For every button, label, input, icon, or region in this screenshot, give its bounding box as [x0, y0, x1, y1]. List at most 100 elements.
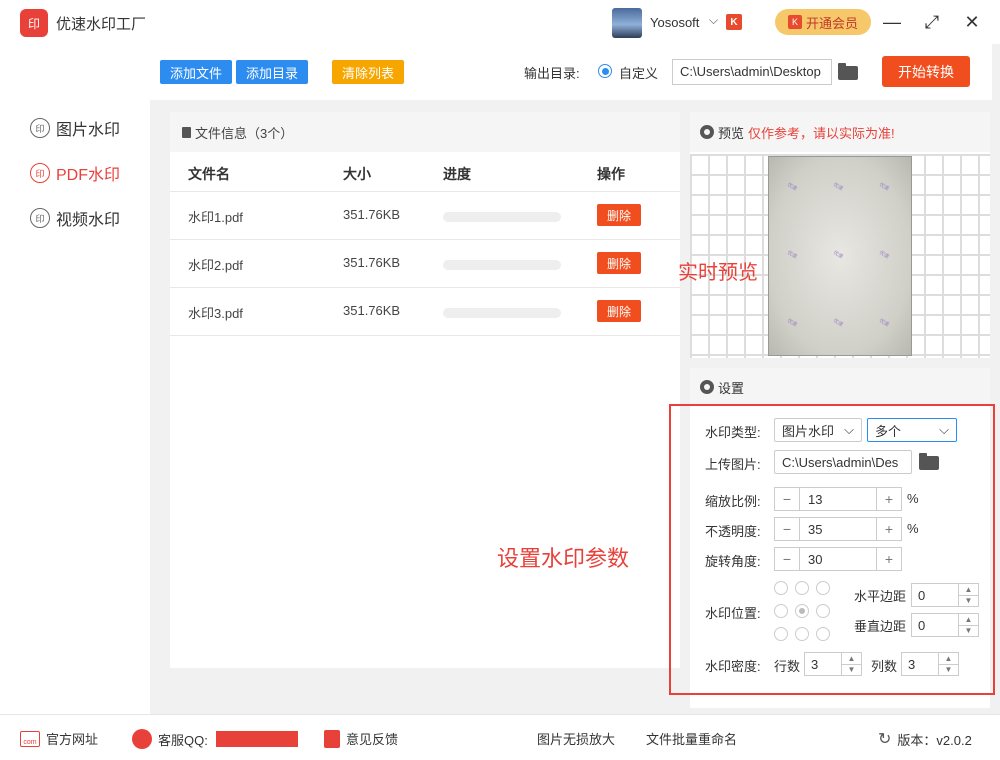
- refresh-icon: ↻: [878, 731, 892, 748]
- maximize-button[interactable]: ⤢: [920, 10, 944, 34]
- feedback-link[interactable]: 意见反馈: [324, 729, 398, 748]
- scale-value[interactable]: 13: [799, 488, 877, 510]
- h-margin-spinner[interactable]: 0 ▲ ▼: [911, 583, 979, 607]
- scale-stepper[interactable]: −13 +: [774, 487, 902, 511]
- sidebar-item-image-watermark[interactable]: 印图片水印: [30, 116, 150, 140]
- preview-header: 预览 仅作参考，请以实际为准!: [690, 112, 990, 152]
- position-middle-right[interactable]: [816, 604, 830, 618]
- sidebar: [0, 44, 150, 714]
- position-bottom-center[interactable]: [795, 627, 809, 641]
- rows-spinner[interactable]: 3 ▲ ▼: [804, 652, 862, 676]
- watermark-mark: 优速: [878, 249, 890, 261]
- close-button[interactable]: ✕: [960, 10, 984, 34]
- vip-button[interactable]: K 开通会员: [775, 9, 871, 35]
- rotation-value[interactable]: 30: [799, 548, 877, 570]
- chevron-down-icon[interactable]: ▼: [959, 596, 978, 607]
- rotation-stepper[interactable]: −30 +: [774, 547, 902, 571]
- plus-button[interactable]: +: [877, 518, 901, 540]
- plus-button[interactable]: +: [877, 488, 901, 510]
- v-margin-value[interactable]: 0: [912, 614, 958, 636]
- opacity-label: 不透明度:: [705, 524, 761, 539]
- position-top-right[interactable]: [816, 581, 830, 595]
- output-path-field[interactable]: C:\Users\admin\Desktop: [672, 59, 832, 85]
- file-info-header: 文件信息（3个）: [170, 112, 680, 152]
- chevron-down-icon[interactable]: ▼: [959, 626, 978, 637]
- settings-annotation: 设置水印参数: [497, 546, 630, 571]
- add-directory-button[interactable]: 添加目录: [236, 60, 308, 84]
- scale-label: 缩放比例:: [705, 494, 761, 509]
- seal-icon: 印: [30, 163, 50, 183]
- position-top-left[interactable]: [774, 581, 788, 595]
- pdf-icon: [324, 729, 340, 748]
- chevron-down-icon[interactable]: ▼: [939, 665, 958, 676]
- custom-radio[interactable]: [598, 64, 612, 78]
- minimize-button[interactable]: —: [880, 10, 904, 34]
- upload-image-path[interactable]: C:\Users\admin\Des: [774, 450, 912, 474]
- progress-bar: [443, 260, 561, 270]
- opacity-stepper[interactable]: −35 +: [774, 517, 902, 541]
- minus-button[interactable]: −: [775, 518, 799, 540]
- density-label: 水印密度:: [705, 659, 761, 674]
- delete-button[interactable]: 删除: [597, 300, 641, 322]
- sidebar-item-video-watermark[interactable]: 印视频水印: [30, 206, 150, 230]
- chevron-down-icon: ⌵: [939, 422, 949, 437]
- clear-list-button[interactable]: 清除列表: [332, 60, 404, 84]
- plus-button[interactable]: +: [877, 548, 901, 570]
- custom-radio-label[interactable]: 自定义: [619, 63, 658, 82]
- start-convert-button[interactable]: 开始转换: [882, 56, 970, 87]
- redacted-qq-number: [216, 731, 298, 747]
- position-center[interactable]: [795, 604, 809, 618]
- progress-bar: [443, 212, 561, 222]
- sidebar-item-label: PDF水印: [56, 167, 121, 184]
- cols-value[interactable]: 3: [902, 653, 938, 675]
- chevron-down-icon: ⌵: [844, 422, 854, 437]
- image-enlarge-link[interactable]: 图片无损放大: [537, 729, 615, 748]
- website-link[interactable]: com 官方网址: [20, 729, 98, 748]
- rows-value[interactable]: 3: [805, 653, 841, 675]
- add-file-button[interactable]: 添加文件: [160, 60, 232, 84]
- position-middle-left[interactable]: [774, 604, 788, 618]
- h-margin-value[interactable]: 0: [912, 584, 958, 606]
- chevron-up-icon[interactable]: ▲: [939, 653, 958, 665]
- gear-icon: [700, 125, 714, 139]
- minus-button[interactable]: −: [775, 548, 799, 570]
- watermark-mark: 优速: [878, 181, 890, 193]
- user-avatar[interactable]: [612, 8, 642, 38]
- watermark-mark: 优速: [786, 249, 798, 261]
- cols-spinner[interactable]: 3 ▲ ▼: [901, 652, 959, 676]
- position-bottom-left[interactable]: [774, 627, 788, 641]
- minus-button[interactable]: −: [775, 488, 799, 510]
- delete-button[interactable]: 删除: [597, 252, 641, 274]
- chevron-down-icon[interactable]: ▼: [842, 665, 861, 676]
- user-badge-icon: K: [726, 14, 742, 30]
- folder-icon[interactable]: [838, 63, 858, 80]
- watermark-type-select[interactable]: 图片水印 ⌵: [774, 418, 862, 442]
- qq-icon: [132, 729, 152, 749]
- qq-support-link[interactable]: 客服QQ:: [132, 729, 208, 749]
- folder-icon[interactable]: [919, 453, 939, 470]
- chevron-up-icon[interactable]: ▲: [959, 584, 978, 596]
- file-size: 351.76KB: [343, 303, 401, 318]
- opacity-value[interactable]: 35: [799, 518, 877, 540]
- app-title: 优速水印工厂: [56, 16, 147, 33]
- watermark-mode-select[interactable]: 多个 ⌵: [867, 418, 957, 442]
- chevron-up-icon[interactable]: ▲: [842, 653, 861, 665]
- sidebar-item-pdf-watermark[interactable]: 印 PDF水印: [30, 161, 150, 185]
- qq-label: 客服QQ:: [158, 732, 208, 748]
- rows-label: 行数: [774, 659, 801, 674]
- chevron-down-icon[interactable]: ⌵: [709, 13, 718, 28]
- v-margin-spinner[interactable]: 0 ▲ ▼: [911, 613, 979, 637]
- progress-bar: [443, 308, 561, 318]
- position-top-center[interactable]: [795, 581, 809, 595]
- user-name[interactable]: Yososoft: [650, 15, 699, 30]
- batch-rename-link[interactable]: 文件批量重命名: [646, 729, 737, 748]
- file-name: 水印3.pdf: [188, 306, 243, 321]
- cols-label: 列数: [871, 659, 898, 674]
- version-info[interactable]: ↻ 版本：v2.0.2: [878, 729, 972, 749]
- settings-label: 设置: [718, 380, 745, 396]
- delete-button[interactable]: 删除: [597, 204, 641, 226]
- chevron-up-icon[interactable]: ▲: [959, 614, 978, 626]
- position-label: 水印位置:: [705, 606, 761, 621]
- gear-icon: [700, 380, 714, 394]
- position-bottom-right[interactable]: [816, 627, 830, 641]
